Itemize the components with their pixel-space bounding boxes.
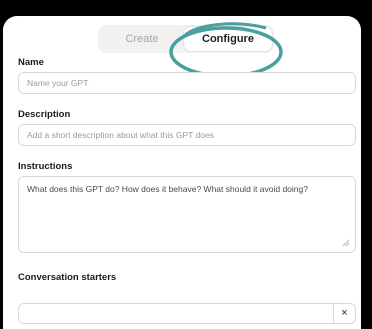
conversation-starter-row: × — [18, 303, 356, 324]
close-icon: × — [341, 307, 348, 319]
conversation-starter-input[interactable] — [18, 303, 334, 324]
resize-handle-icon[interactable] — [342, 239, 350, 247]
instructions-label: Instructions — [18, 161, 73, 172]
remove-starter-button[interactable]: × — [333, 303, 356, 324]
mode-tabs: Create Configure — [98, 25, 274, 53]
tab-configure[interactable]: Configure — [184, 27, 272, 51]
description-input[interactable]: Add a short description about what this … — [18, 124, 356, 146]
conversation-starters-label: Conversation starters — [18, 272, 117, 283]
tab-create[interactable]: Create — [98, 25, 186, 53]
name-label: Name — [18, 57, 44, 68]
instructions-textarea[interactable]: What does this GPT do? How does it behav… — [18, 176, 356, 253]
description-label: Description — [18, 109, 71, 120]
name-input[interactable]: Name your GPT — [18, 72, 356, 94]
gpt-editor-panel: Create Configure Name Name your GPT Desc… — [3, 16, 361, 329]
instructions-placeholder: What does this GPT do? How does it behav… — [27, 184, 308, 194]
